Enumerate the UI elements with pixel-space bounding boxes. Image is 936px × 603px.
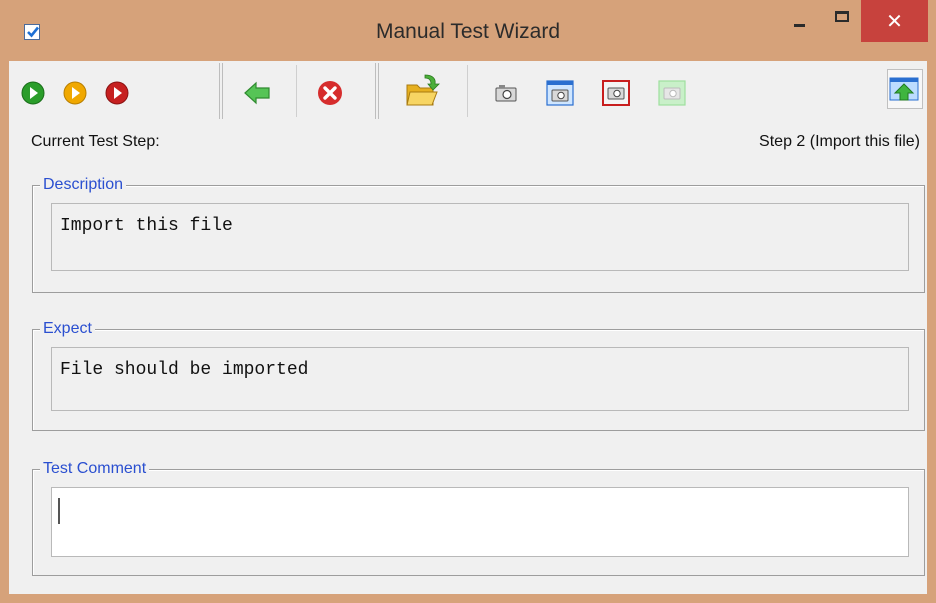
maximize-icon xyxy=(835,11,849,22)
toolbar-separator xyxy=(219,63,225,119)
expect-field[interactable]: File should be imported xyxy=(51,347,909,411)
camera-icon xyxy=(495,85,517,102)
start-step-button[interactable] xyxy=(19,71,53,109)
minimize-icon xyxy=(794,24,805,27)
close-icon: ✕ xyxy=(886,11,903,33)
expect-legend: Expect xyxy=(40,320,95,338)
text-caret xyxy=(58,498,60,524)
test-comment-input[interactable] xyxy=(51,487,909,557)
back-arrow-icon xyxy=(244,81,270,105)
manual-test-wizard-window: Manual Test Wizard ✕ Current Test Step: … xyxy=(0,0,936,603)
minimize-button[interactable] xyxy=(780,0,820,40)
pause-step-button[interactable] xyxy=(61,71,95,109)
description-legend: Description xyxy=(40,176,127,194)
upload-screen-button[interactable] xyxy=(887,69,923,109)
camera-red-frame-icon xyxy=(602,80,630,106)
title-bar[interactable]: Manual Test Wizard ✕ xyxy=(0,0,936,60)
toolbar-separator xyxy=(467,65,468,117)
camera-green-disabled-icon xyxy=(658,80,686,106)
description-group: Description Import this file xyxy=(32,176,925,293)
upload-screen-icon xyxy=(889,77,919,101)
fail-step-button[interactable] xyxy=(103,71,137,109)
play-yellow-icon xyxy=(63,81,87,105)
previous-step-button[interactable] xyxy=(241,71,275,109)
test-comment-group: Test Comment xyxy=(32,460,925,576)
maximize-button[interactable] xyxy=(824,0,864,40)
toolbar-separator xyxy=(375,63,381,119)
toolbar-separator xyxy=(296,65,297,117)
play-red-icon xyxy=(105,81,129,105)
close-button[interactable]: ✕ xyxy=(861,0,928,42)
open-folder-icon xyxy=(406,74,440,106)
current-step-value: Step 2 (Import this file) xyxy=(759,133,920,150)
screenshot-window-button[interactable] xyxy=(545,71,579,109)
expect-group: Expect File should be imported xyxy=(32,320,925,431)
client-area: Current Test Step: Step 2 (Import this f… xyxy=(9,61,927,594)
open-file-button[interactable] xyxy=(403,71,443,109)
play-green-icon xyxy=(21,81,45,105)
description-field[interactable]: Import this file xyxy=(51,203,909,271)
screenshot-region-button[interactable] xyxy=(601,71,635,109)
cancel-button[interactable] xyxy=(315,71,349,109)
screenshot-disabled-button[interactable] xyxy=(657,71,691,109)
toolbar xyxy=(9,61,927,119)
cancel-icon xyxy=(318,81,342,105)
current-step-label: Current Test Step: xyxy=(31,133,160,150)
screenshot-button[interactable] xyxy=(491,71,525,109)
test-comment-legend: Test Comment xyxy=(40,460,150,478)
camera-window-icon xyxy=(546,80,574,106)
